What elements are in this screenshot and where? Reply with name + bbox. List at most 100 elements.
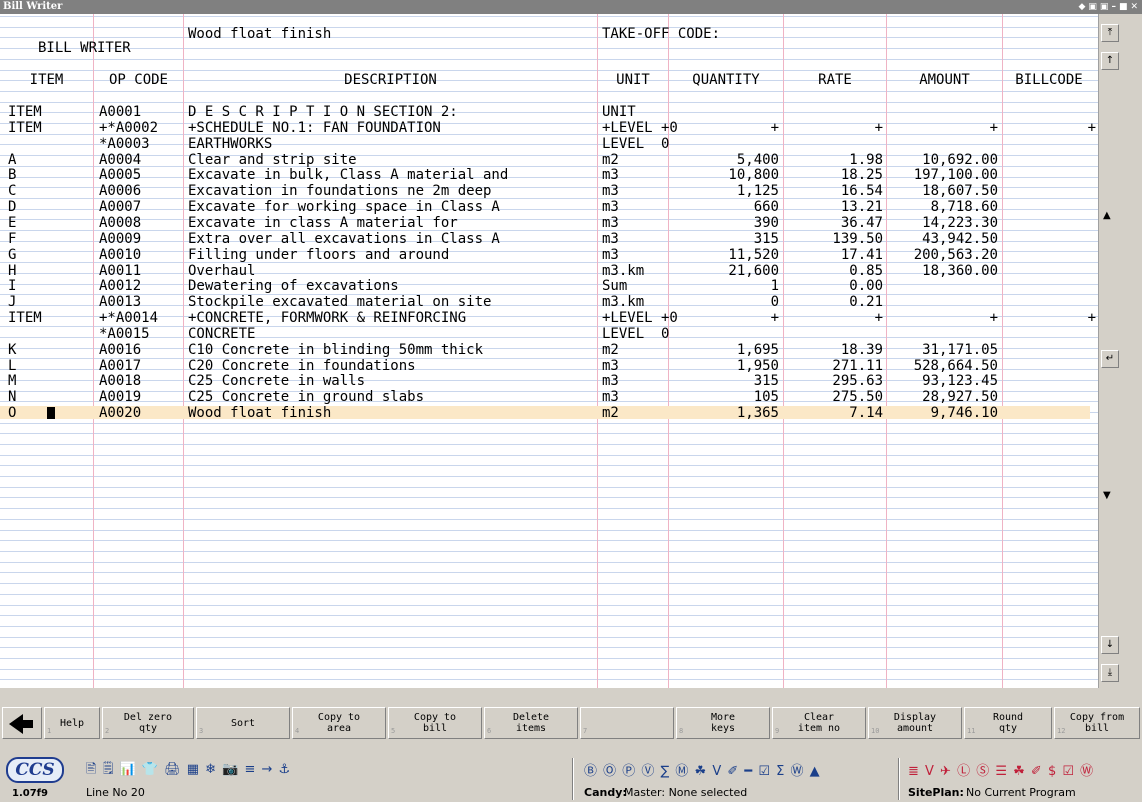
- scroll-bottom-button[interactable]: ⤓: [1101, 664, 1119, 682]
- cell-billcode[interactable]: [1003, 168, 1096, 183]
- cell-description[interactable]: +CONCRETE, FORMWORK & REINFORCING: [188, 311, 595, 326]
- cell-op-code[interactable]: A0012: [99, 279, 181, 294]
- cell-billcode[interactable]: [1003, 295, 1096, 310]
- cell-item[interactable]: C: [8, 184, 88, 199]
- cell-amount[interactable]: 18,607.50: [887, 184, 998, 199]
- cell-item[interactable]: M: [8, 374, 88, 389]
- cell-op-code[interactable]: +*A0002: [99, 121, 181, 136]
- cell-billcode[interactable]: +: [1003, 311, 1096, 326]
- cell-quantity[interactable]: +: [669, 311, 779, 326]
- sort-button[interactable]: Sort 3: [196, 707, 290, 739]
- cell-op-code[interactable]: A0020: [99, 406, 181, 421]
- column-header-quantity[interactable]: QUANTITY: [669, 73, 783, 88]
- cell-op-code[interactable]: A0006: [99, 184, 181, 199]
- cell-description[interactable]: Excavate in class A material for: [188, 216, 595, 231]
- cell-quantity[interactable]: 0: [669, 295, 779, 310]
- cell-item[interactable]: [8, 327, 88, 342]
- cell-item[interactable]: ITEM: [8, 121, 88, 136]
- cell-rate[interactable]: +: [784, 121, 883, 136]
- cell-rate[interactable]: 18.39: [784, 343, 883, 358]
- cell-quantity[interactable]: 1: [669, 279, 779, 294]
- blank-key-button[interactable]: 7: [580, 707, 674, 739]
- column-header-unit[interactable]: UNIT: [598, 73, 668, 88]
- cell-item[interactable]: ITEM: [8, 105, 88, 120]
- cell-billcode[interactable]: [1003, 105, 1096, 120]
- cell-quantity[interactable]: [669, 327, 779, 342]
- cell-amount[interactable]: 93,123.45: [887, 374, 998, 389]
- cell-rate[interactable]: 0.85: [784, 264, 883, 279]
- round-qty-button[interactable]: Round qty 11: [964, 707, 1052, 739]
- cell-description[interactable]: Excavate for working space in Class A: [188, 200, 595, 215]
- copy-to-area-button[interactable]: Copy to area 4: [292, 707, 386, 739]
- cell-rate[interactable]: 16.54: [784, 184, 883, 199]
- pin-icon[interactable]: ◆: [1078, 0, 1085, 14]
- cell-op-code[interactable]: A0007: [99, 200, 181, 215]
- cell-billcode[interactable]: +: [1003, 121, 1096, 136]
- cell-billcode[interactable]: [1003, 232, 1096, 247]
- cell-billcode[interactable]: [1003, 216, 1096, 231]
- cell-quantity[interactable]: 105: [669, 390, 779, 405]
- cell-rate[interactable]: [784, 105, 883, 120]
- cell-billcode[interactable]: [1003, 406, 1096, 421]
- cell-rate[interactable]: 13.21: [784, 200, 883, 215]
- cell-quantity[interactable]: 10,800: [669, 168, 779, 183]
- cell-description[interactable]: C25 Concrete in walls: [188, 374, 595, 389]
- cell-item[interactable]: K: [8, 343, 88, 358]
- cell-rate[interactable]: 271.11: [784, 359, 883, 374]
- scroll-top-button[interactable]: ⤒: [1101, 24, 1119, 42]
- cell-description[interactable]: +SCHEDULE NO.1: FAN FOUNDATION: [188, 121, 595, 136]
- cell-op-code[interactable]: *A0015: [99, 327, 181, 342]
- cell-billcode[interactable]: [1003, 359, 1096, 374]
- scroll-up-icon[interactable]: ▲: [1103, 210, 1111, 221]
- cell-amount[interactable]: 31,171.05: [887, 343, 998, 358]
- cell-amount[interactable]: 43,942.50: [887, 232, 998, 247]
- cell-op-code[interactable]: A0009: [99, 232, 181, 247]
- cell-amount[interactable]: 200,563.20: [887, 248, 998, 263]
- cell-item[interactable]: ITEM: [8, 311, 88, 326]
- cell-quantity[interactable]: 315: [669, 232, 779, 247]
- cell-quantity[interactable]: +: [669, 121, 779, 136]
- toolbar-icons-candy[interactable]: Ⓑ Ⓞ Ⓟ Ⓥ ∑ Ⓜ ☘ V ✐ ━ ☑ Σ Ⓦ ▲: [584, 760, 821, 779]
- cell-quantity[interactable]: 390: [669, 216, 779, 231]
- cell-billcode[interactable]: [1003, 279, 1096, 294]
- cell-item[interactable]: D: [8, 200, 88, 215]
- cell-op-code[interactable]: A0008: [99, 216, 181, 231]
- cell-billcode[interactable]: [1003, 200, 1096, 215]
- copy-to-bill-button[interactable]: Copy to bill 5: [388, 707, 482, 739]
- cell-quantity[interactable]: [669, 137, 779, 152]
- cell-rate[interactable]: [784, 327, 883, 342]
- cell-description[interactable]: CONCRETE: [188, 327, 595, 342]
- cell-item[interactable]: E: [8, 216, 88, 231]
- scroll-down-icon[interactable]: ▼: [1103, 490, 1111, 501]
- column-header-item[interactable]: ITEM: [0, 73, 93, 88]
- cell-item[interactable]: F: [8, 232, 88, 247]
- cell-item[interactable]: G: [8, 248, 88, 263]
- cell-amount[interactable]: [887, 295, 998, 310]
- cell-description[interactable]: Dewatering of excavations: [188, 279, 595, 294]
- scroll-page-up-button[interactable]: ↑: [1101, 52, 1119, 70]
- cell-billcode[interactable]: [1003, 137, 1096, 152]
- cell-amount[interactable]: 14,223.30: [887, 216, 998, 231]
- cell-billcode[interactable]: [1003, 248, 1096, 263]
- cell-billcode[interactable]: [1003, 374, 1096, 389]
- cell-item[interactable]: [8, 137, 88, 152]
- cell-item[interactable]: L: [8, 359, 88, 374]
- cell-item[interactable]: A: [8, 153, 88, 168]
- back-button[interactable]: [2, 707, 42, 739]
- tile-icon[interactable]: ▣: [1100, 0, 1109, 14]
- toolbar-icons-siteplan[interactable]: ≣ V ✈ Ⓛ Ⓢ ☰ ☘ ✐ $ ☑ Ⓦ: [908, 760, 1094, 779]
- cell-billcode[interactable]: [1003, 327, 1096, 342]
- cell-rate[interactable]: 1.98: [784, 153, 883, 168]
- cell-description[interactable]: Stockpile excavated material on site: [188, 295, 595, 310]
- display-amount-button[interactable]: Display amount 10: [868, 707, 962, 739]
- cell-op-code[interactable]: A0005: [99, 168, 181, 183]
- clear-item-no-button[interactable]: Clear item no 9: [772, 707, 866, 739]
- cell-description[interactable]: Overhaul: [188, 264, 595, 279]
- cell-description[interactable]: EARTHWORKS: [188, 137, 595, 152]
- cell-op-code[interactable]: A0001: [99, 105, 181, 120]
- cell-amount[interactable]: [887, 105, 998, 120]
- cell-op-code[interactable]: A0017: [99, 359, 181, 374]
- cell-description[interactable]: Filling under floors and around: [188, 248, 595, 263]
- cell-op-code[interactable]: A0016: [99, 343, 181, 358]
- cell-rate[interactable]: 295.63: [784, 374, 883, 389]
